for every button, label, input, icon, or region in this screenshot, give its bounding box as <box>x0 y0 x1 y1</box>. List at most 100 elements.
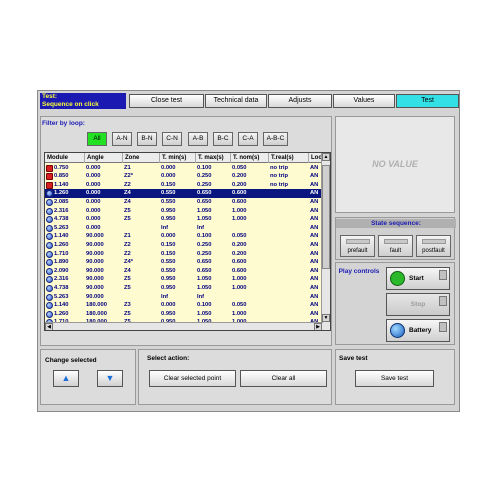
postfault-button[interactable]: postfault <box>416 235 451 257</box>
filter-ca-button[interactable]: C-A <box>238 132 258 146</box>
table-row[interactable]: 2.316 90.000 Z5 0.950 1.050 1.000 AN <box>45 275 323 284</box>
test-subtitle: Sequence on click <box>42 101 99 108</box>
state-sequence-title: State sequence: <box>336 219 456 228</box>
points-table[interactable]: Module Angle Zone T. min(s) T. max(s) T.… <box>44 152 331 331</box>
col-tmax[interactable]: T. max(s) <box>196 153 231 163</box>
save-test-button[interactable]: Save test <box>355 370 434 387</box>
cell-tnom: 0.600 <box>232 259 247 266</box>
table-row[interactable]: 1.140 0.000 Z2 0.150 0.250 0.200 no trip AN <box>45 181 323 190</box>
filter-an-button[interactable]: A-N <box>112 132 132 146</box>
cell-tmin: 0.950 <box>161 310 176 317</box>
filter-abc-button[interactable]: A-B-C <box>263 132 288 146</box>
cell-tmax: 0.650 <box>197 198 212 205</box>
scroll-down-icon[interactable]: ▼ <box>322 314 330 322</box>
save-test-title: Save test <box>339 355 368 362</box>
move-up-button[interactable]: ▲ <box>53 370 79 387</box>
filter-all-button[interactable]: All <box>87 132 107 146</box>
table-row[interactable]: 0.850 0.000 Z2* 0.000 0.250 0.200 no trip AN <box>45 172 323 181</box>
col-module[interactable]: Module <box>45 153 85 163</box>
table-row[interactable]: 0.750 0.000 Z1 0.000 0.100 0.050 no trip AN <box>45 164 323 173</box>
table-row[interactable]: 2.090 90.000 Z4 0.550 0.650 0.600 AN <box>45 267 323 276</box>
table-vertical-scrollbar[interactable]: ▲ ▼ <box>321 153 330 330</box>
table-row[interactable]: 4.738 0.000 Z5 0.950 1.050 1.000 AN <box>45 215 323 224</box>
table-row[interactable]: 1.260 90.000 Z2 0.150 0.250 0.200 AN <box>45 241 323 250</box>
tab-adjusts[interactable]: Adjusts <box>268 94 332 108</box>
cell-angle: 0.000 <box>86 224 101 231</box>
table-row[interactable]: 2.085 0.000 Z4 0.550 0.650 0.600 AN <box>45 198 323 207</box>
pending-icon <box>46 310 53 318</box>
start-indicator <box>439 270 447 280</box>
battery-icon <box>390 323 405 338</box>
cell-tmin: Inf <box>161 224 169 231</box>
stop-button[interactable]: Stop <box>386 293 450 316</box>
cell-module: 4.738 <box>54 284 69 291</box>
tab-technical-data[interactable]: Technical data <box>205 94 267 108</box>
table-row[interactable]: 1.260 180.000 Z5 0.950 1.050 1.000 AN <box>45 310 323 319</box>
select-action-panel: Select action: Clear selected point Clea… <box>138 349 332 405</box>
pending-icon <box>46 284 53 292</box>
battery-label: Battery <box>409 327 432 334</box>
stop-label: Stop <box>410 301 426 308</box>
cell-tnom: 1.000 <box>232 310 247 317</box>
tab-values[interactable]: Values <box>333 94 395 108</box>
cell-tmin: 0.550 <box>161 267 176 274</box>
prefault-button[interactable]: prefault <box>340 235 375 257</box>
tab-test[interactable]: Test <box>396 94 459 108</box>
cell-loop: AN <box>310 302 319 309</box>
filter-bn-button[interactable]: B-N <box>137 132 157 146</box>
move-down-button[interactable]: ▼ <box>97 370 123 387</box>
filter-ab-button[interactable]: A-B <box>188 132 208 146</box>
prefault-indicator <box>346 239 370 244</box>
col-angle[interactable]: Angle <box>85 153 123 163</box>
table-row[interactable]: 4.738 90.000 Z5 0.950 1.050 1.000 AN <box>45 284 323 293</box>
start-button[interactable]: Start <box>386 267 450 290</box>
table-row[interactable]: 1.140 180.000 Z3 0.000 0.100 0.050 AN <box>45 301 323 310</box>
cell-module: 5.263 <box>54 293 69 300</box>
play-controls-panel: Play controls Start Stop Battery <box>335 262 455 345</box>
pending-icon <box>46 224 53 232</box>
col-tmin[interactable]: T. min(s) <box>160 153 196 163</box>
change-selected-title: Change selected <box>45 357 97 364</box>
cell-angle: 0.000 <box>86 164 101 171</box>
cell-tmax: 0.650 <box>197 259 212 266</box>
col-zone[interactable]: Zone <box>123 153 160 163</box>
no-value-display: NO VALUE <box>335 116 455 213</box>
table-row[interactable]: 1.710 90.000 Z2 0.150 0.250 0.200 AN <box>45 250 323 259</box>
table-row[interactable]: 5.263 90.000 Inf Inf AN <box>45 293 323 302</box>
cell-loop: AN <box>310 207 319 214</box>
col-treal[interactable]: T.real(s) <box>269 153 309 163</box>
table-row[interactable]: 5.263 0.000 Inf Inf AN <box>45 224 323 233</box>
cell-module: 1.260 <box>54 310 69 317</box>
scroll-left-icon[interactable]: ◀ <box>45 323 53 330</box>
pending-icon <box>46 259 53 267</box>
table-row[interactable]: 1.260 0.000 Z4 0.550 0.650 0.600 AN <box>45 189 323 198</box>
cell-treal: no trip <box>270 181 289 188</box>
scroll-up-icon[interactable]: ▲ <box>322 153 330 161</box>
cell-zone: Z2 <box>124 241 131 248</box>
cell-module: 1.890 <box>54 259 69 266</box>
cell-tmax: 1.050 <box>197 310 212 317</box>
cell-loop: AN <box>310 267 319 274</box>
cell-tnom: 0.200 <box>232 241 247 248</box>
cell-angle: 180.000 <box>86 302 107 309</box>
filter-bc-button[interactable]: B-C <box>213 132 233 146</box>
tab-close-test[interactable]: Close test <box>129 94 204 108</box>
table-row[interactable]: 1.140 90.000 Z1 0.000 0.100 0.050 AN <box>45 232 323 241</box>
clear-all-button[interactable]: Clear all <box>240 370 327 387</box>
test-title: Test: <box>42 93 58 100</box>
scroll-right-icon[interactable]: ▶ <box>314 323 322 330</box>
table-row[interactable]: 1.890 90.000 Z4* 0.550 0.650 0.600 AN <box>45 258 323 267</box>
cell-tmin: 0.000 <box>161 173 176 180</box>
table-row[interactable]: 2.316 0.000 Z5 0.950 1.050 1.000 AN <box>45 207 323 216</box>
pending-icon <box>46 276 53 284</box>
table-horizontal-scrollbar[interactable]: ◀ ▶ <box>45 322 323 330</box>
scroll-thumb[interactable] <box>322 165 330 269</box>
cell-tmin: 0.000 <box>161 233 176 240</box>
clear-selected-point-button[interactable]: Clear selected point <box>149 370 236 387</box>
fault-button[interactable]: fault <box>378 235 413 257</box>
filter-cn-button[interactable]: C-N <box>162 132 182 146</box>
cell-angle: 90.000 <box>86 259 104 266</box>
battery-button[interactable]: Battery <box>386 319 450 342</box>
cell-tmax: 1.050 <box>197 216 212 223</box>
col-tnom[interactable]: T. nom(s) <box>231 153 269 163</box>
